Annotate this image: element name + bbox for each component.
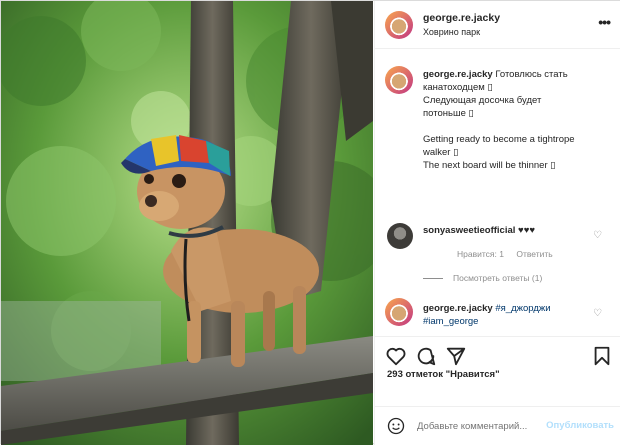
view-replies-button[interactable]: Посмотреть ответы (1) <box>423 273 542 283</box>
comments-area[interactable]: george.re.jacky Готовлюсь стать канатохо… <box>375 50 620 336</box>
caption-line: канатоходцем ▯ <box>423 82 493 93</box>
comment-icon[interactable] <box>415 345 437 367</box>
more-options-icon[interactable]: ••• <box>598 14 611 30</box>
comment-username[interactable]: george.re.jacky <box>423 303 493 314</box>
comment-likes-count[interactable]: Нравится: 1 <box>457 249 504 259</box>
smile-icon[interactable] <box>387 417 405 435</box>
bookmark-icon[interactable] <box>591 345 613 367</box>
caption-line: Готовлюсь стать <box>495 69 568 80</box>
post-photo[interactable] <box>1 1 373 445</box>
instagram-post: george.re.jacky Ховрино парк ••• george.… <box>0 0 620 445</box>
send-icon[interactable] <box>445 345 467 367</box>
dog-photo-image <box>1 1 373 445</box>
comment-like-heart-icon[interactable]: ♡ <box>593 308 602 319</box>
comment-like-heart-icon[interactable]: ♡ <box>593 230 602 241</box>
view-replies-label: Посмотреть ответы (1) <box>453 273 543 283</box>
comment-author-avatar[interactable] <box>385 298 413 326</box>
caption-line: Следующая досочка будет <box>423 95 542 106</box>
comment-text: ♥♥♥ <box>518 225 535 236</box>
caption-username[interactable]: george.re.jacky <box>423 69 493 80</box>
post-caption: george.re.jacky Готовлюсь стать канатохо… <box>423 68 608 172</box>
comment: sonyasweetieofficial ♥♥♥ <box>423 225 535 236</box>
post-side-panel: george.re.jacky Ховрино парк ••• george.… <box>374 1 620 445</box>
likes-count[interactable]: 293 отметок "Нравится" <box>387 369 500 380</box>
caption-line: walker ▯ <box>423 147 459 158</box>
replies-divider <box>423 278 443 280</box>
comment-username[interactable]: sonyasweetieofficial <box>423 225 515 236</box>
comment-input[interactable] <box>417 421 549 432</box>
caption-avatar[interactable] <box>385 66 413 94</box>
caption-line: потоньше ▯ <box>423 108 474 119</box>
add-comment-bar: Опубликовать <box>375 406 620 445</box>
heart-icon[interactable] <box>385 345 407 367</box>
post-header: george.re.jacky Ховрино парк ••• <box>375 1 620 49</box>
post-actions-bar: 293 отметок "Нравится" <box>375 336 620 406</box>
reply-button[interactable]: Ответить <box>516 249 552 259</box>
caption-line: The next board will be thinner ▯ <box>423 160 556 171</box>
commenter-avatar[interactable] <box>387 223 413 249</box>
comment-meta: Нравится: 1 Ответить <box>457 249 563 259</box>
author-username[interactable]: george.re.jacky <box>423 12 500 24</box>
caption-line: Getting ready to become a tightrope <box>423 134 575 145</box>
comment: george.re.jacky #я_джорджи #iam_george <box>423 302 583 328</box>
publish-button[interactable]: Опубликовать <box>546 420 614 431</box>
post-location[interactable]: Ховрино парк <box>423 27 480 37</box>
author-avatar[interactable] <box>385 11 413 39</box>
